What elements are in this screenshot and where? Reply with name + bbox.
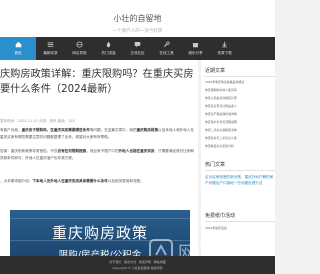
article-paragraph: ，大本期详细介绍：下本地人及外地人在重庆买房具体需要什么条件以及相关费用和流程。 bbox=[0, 179, 144, 183]
divider bbox=[205, 170, 275, 171]
nav-item-latest[interactable]: 最新收录 bbox=[36, 37, 65, 60]
nav-label: 首页 bbox=[14, 51, 22, 55]
recent-link[interactable]: 重庆各区房价走势分析 bbox=[205, 144, 275, 148]
nav-item-hot[interactable]: 热门流量 bbox=[94, 37, 123, 60]
footer-copyright: Copyright © 小壮的自留地 版权所有 bbox=[112, 266, 163, 270]
nav-item-community[interactable]: 交流社区 bbox=[123, 37, 152, 60]
nav-item-home[interactable]: 首页 bbox=[0, 37, 36, 60]
wrench-icon bbox=[164, 41, 170, 47]
site-header: 小壮的自留地 一个简产人的一深亏好转 bbox=[0, 0, 275, 37]
fire-icon bbox=[106, 41, 111, 48]
footer-links[interactable]: 关于我们 · 联系方式 · 免责声明 · 网站地图 bbox=[0, 260, 275, 264]
nav-label: 交流社区 bbox=[130, 51, 145, 55]
article-byline: 发布时间：2024-12-11 分类：资讯 阅读：128 bbox=[0, 119, 75, 123]
recent-link[interactable]: 重庆公积金贷款额度计算 bbox=[205, 96, 275, 100]
article-title: 庆购房政策详解：重庆限购吗？在重庆买房要什么条件（2024最新） bbox=[0, 69, 194, 95]
recent-link[interactable]: 重庆新房与二手房怎么选 bbox=[205, 136, 275, 140]
nav-item-download[interactable]: 资源下载 bbox=[210, 37, 239, 60]
recent-link[interactable]: 重庆买房首付比例是多少 bbox=[205, 104, 275, 108]
recent-link[interactable]: 重庆房产税征收标准详解 bbox=[205, 112, 275, 116]
site-subtitle: 一个简产人的一深亏好转 bbox=[112, 29, 163, 34]
recent-link[interactable]: 重庆限购吗外地人能买吗 bbox=[205, 88, 275, 92]
hot-heading: 热门文章 bbox=[205, 162, 226, 168]
nav-label: 资源下载 bbox=[217, 51, 232, 55]
nav-label: 网址导航 bbox=[72, 51, 87, 55]
divider bbox=[205, 221, 275, 222]
nav-item-share[interactable]: 娱乐分享 bbox=[181, 37, 210, 60]
site-footer: 关于我们 · 联系方式 · 免责声明 · 网站地图 Copyright © 小壮… bbox=[0, 256, 275, 274]
recent-heading: 近期文章 bbox=[205, 68, 226, 74]
recent-link[interactable]: 重庆落户条件及流程说明 bbox=[205, 120, 275, 124]
globe-icon bbox=[76, 41, 83, 48]
hot-link[interactable]: 应对买房政策的新对策，重庆外地户籍的房产问题及户口落地一些问题处理方法 bbox=[205, 174, 275, 204]
site-title[interactable]: 小壮的自留地 bbox=[0, 13, 275, 24]
nav-item-directory[interactable]: 网址导航 bbox=[65, 37, 94, 60]
chat-icon bbox=[134, 42, 141, 48]
sidebar-link[interactable]: 2024年最新活动 bbox=[205, 226, 275, 230]
divider bbox=[205, 76, 275, 77]
gift-icon bbox=[192, 43, 199, 48]
nav-label: 最新收录 bbox=[43, 51, 58, 55]
links-heading: 免费纸巾活动 bbox=[205, 213, 236, 219]
main-nav: 首页 最新收录 网址导航 热门流量 交流社区 在线工具 娱乐分享 资源下载 bbox=[0, 37, 275, 60]
home-icon bbox=[15, 41, 21, 48]
recent-link[interactable]: 重庆二手房交易税费清单 bbox=[205, 128, 275, 132]
download-icon bbox=[222, 41, 227, 48]
nav-item-tools[interactable]: 在线工具 bbox=[152, 37, 181, 60]
article-paragraph: 答案：重庆购房政策非常宽松，不仅没有任何限购措施，而且有不限户口的外地人也能在重… bbox=[0, 149, 195, 160]
article-paragraph: 有客户问我，重庆房子限购吗，在重庆买房需要哪些条件等问题，在这篇文章中，我把重庆… bbox=[0, 128, 195, 139]
list-icon bbox=[47, 42, 54, 47]
recent-link[interactable]: 2024年重庆购房政策最新解读 bbox=[205, 80, 275, 84]
nav-label: 热门流量 bbox=[101, 51, 116, 55]
nav-label: 在线工具 bbox=[159, 51, 174, 55]
nav-label: 娱乐分享 bbox=[188, 51, 203, 55]
